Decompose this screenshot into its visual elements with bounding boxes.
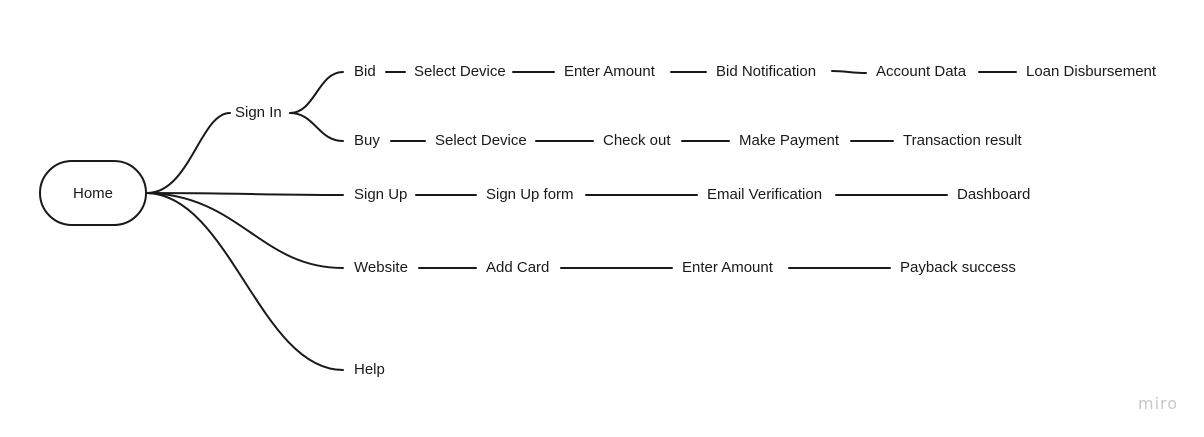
node-email-verification[interactable]: Email Verification bbox=[707, 186, 822, 204]
node-buy-select-device[interactable]: Select Device bbox=[435, 132, 527, 150]
node-bid-notification[interactable]: Bid Notification bbox=[716, 63, 816, 81]
node-bid[interactable]: Bid bbox=[354, 63, 376, 81]
node-website-enter-amount[interactable]: Enter Amount bbox=[682, 259, 773, 277]
node-bid-select-device[interactable]: Select Device bbox=[414, 63, 506, 81]
node-sign-in[interactable]: Sign In bbox=[235, 104, 282, 122]
edge-home-website bbox=[146, 192, 344, 269]
miro-watermark: miro bbox=[1138, 394, 1179, 413]
node-sign-up-form[interactable]: Sign Up form bbox=[486, 186, 574, 204]
node-account-data[interactable]: Account Data bbox=[876, 63, 966, 81]
edge-home-signup bbox=[146, 192, 344, 196]
node-buy[interactable]: Buy bbox=[354, 132, 380, 150]
node-help[interactable]: Help bbox=[354, 361, 385, 379]
node-transaction-result[interactable]: Transaction result bbox=[903, 132, 1022, 150]
node-website[interactable]: Website bbox=[354, 259, 408, 277]
root-node-label: Home bbox=[72, 184, 113, 202]
edge-home-help bbox=[146, 192, 344, 371]
node-add-card[interactable]: Add Card bbox=[486, 259, 549, 277]
node-payback-success[interactable]: Payback success bbox=[900, 259, 1016, 277]
edge-home-signin bbox=[146, 112, 231, 194]
node-loan-disbursement[interactable]: Loan Disbursement bbox=[1026, 63, 1156, 81]
edge-signin-buy bbox=[289, 112, 344, 142]
node-sign-up[interactable]: Sign Up bbox=[354, 186, 407, 204]
edge-signin-bid bbox=[289, 71, 344, 114]
node-make-payment[interactable]: Make Payment bbox=[739, 132, 839, 150]
root-node-home[interactable]: Home bbox=[39, 160, 147, 226]
node-check-out[interactable]: Check out bbox=[603, 132, 671, 150]
node-bid-enter-amount[interactable]: Enter Amount bbox=[564, 63, 655, 81]
node-dashboard[interactable]: Dashboard bbox=[957, 186, 1030, 204]
edge-bid-4 bbox=[831, 70, 867, 74]
